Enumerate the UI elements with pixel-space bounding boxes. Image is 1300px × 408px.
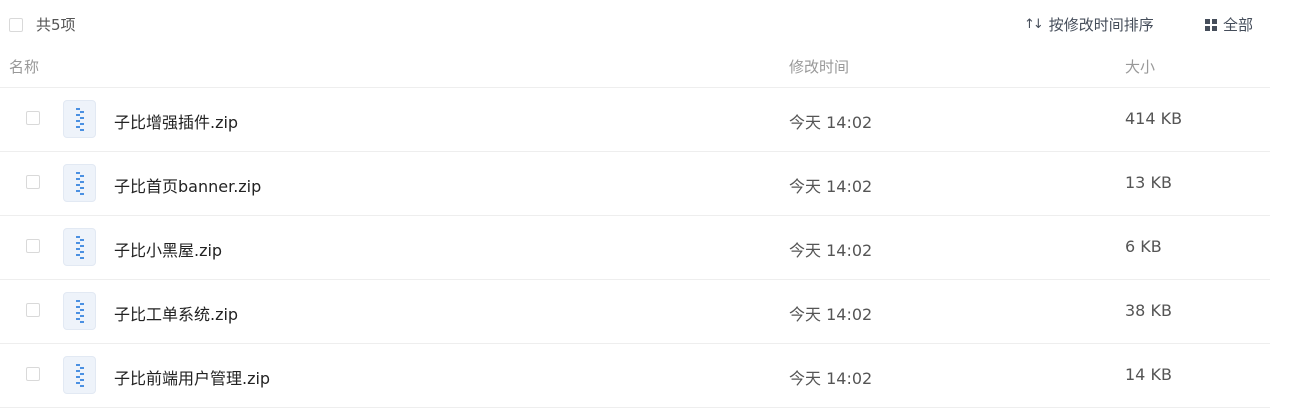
file-row-checkbox[interactable] (26, 367, 40, 381)
sort-label: 按修改时间排序 (1048, 16, 1154, 34)
view-filter-button[interactable]: 全部 (1205, 14, 1253, 35)
zip-file-icon (63, 164, 96, 202)
file-modified-time: 今天 14:02 (789, 177, 873, 196)
file-size: 414 KB (1125, 109, 1183, 128)
item-count-label: 共5项 (36, 16, 76, 34)
file-size: 13 KB (1125, 173, 1172, 192)
file-row-checkbox[interactable] (26, 111, 40, 125)
file-modified-time: 今天 14:02 (789, 113, 873, 132)
file-name[interactable]: 子比前端用户管理.zip (114, 365, 270, 389)
file-name[interactable]: 子比小黑屋.zip (114, 237, 222, 261)
file-row[interactable]: 子比首页banner.zip 今天 14:02 13 KB (0, 152, 1270, 216)
file-row[interactable]: 子比增强插件.zip 今天 14:02 414 KB (0, 88, 1270, 152)
sort-arrows-icon: ↑↓ (1024, 17, 1044, 32)
file-row-checkbox[interactable] (26, 239, 40, 253)
grid-icon (1205, 18, 1217, 31)
zip-file-icon (63, 292, 96, 330)
select-all-checkbox[interactable] (9, 18, 23, 32)
zip-file-icon (63, 100, 96, 138)
file-row-checkbox[interactable] (26, 303, 40, 317)
file-name[interactable]: 子比增强插件.zip (114, 109, 238, 133)
file-modified-time: 今天 14:02 (789, 241, 873, 260)
toolbar: 共5项 ↑↓ 按修改时间排序 全部 (0, 0, 1300, 48)
column-header-size[interactable]: 大小 (1125, 56, 1155, 77)
select-all-control[interactable]: 共5项 (9, 17, 76, 33)
file-size: 6 KB (1125, 237, 1162, 256)
column-header-modified[interactable]: 修改时间 (789, 56, 849, 77)
file-size: 38 KB (1125, 301, 1172, 320)
file-size: 14 KB (1125, 365, 1172, 384)
file-row[interactable]: 子比小黑屋.zip 今天 14:02 6 KB (0, 216, 1270, 280)
column-header-name[interactable]: 名称 (9, 56, 39, 77)
view-filter-label: 全部 (1223, 16, 1254, 34)
sort-by-modified-button[interactable]: ↑↓ 按修改时间排序 (1024, 14, 1154, 35)
file-row-checkbox[interactable] (26, 175, 40, 189)
file-modified-time: 今天 14:02 (789, 305, 873, 324)
file-row[interactable]: 子比工单系统.zip 今天 14:02 38 KB (0, 280, 1270, 344)
file-list: 子比增强插件.zip 今天 14:02 414 KB 子比首页banner.zi… (0, 88, 1270, 408)
file-row[interactable]: 子比前端用户管理.zip 今天 14:02 14 KB (0, 344, 1270, 408)
file-modified-time: 今天 14:02 (789, 369, 873, 388)
zip-file-icon (63, 228, 96, 266)
zip-file-icon (63, 356, 96, 394)
file-name[interactable]: 子比首页banner.zip (114, 173, 261, 197)
file-name[interactable]: 子比工单系统.zip (114, 301, 238, 325)
file-list-header: 名称 修改时间 大小 (0, 48, 1270, 88)
